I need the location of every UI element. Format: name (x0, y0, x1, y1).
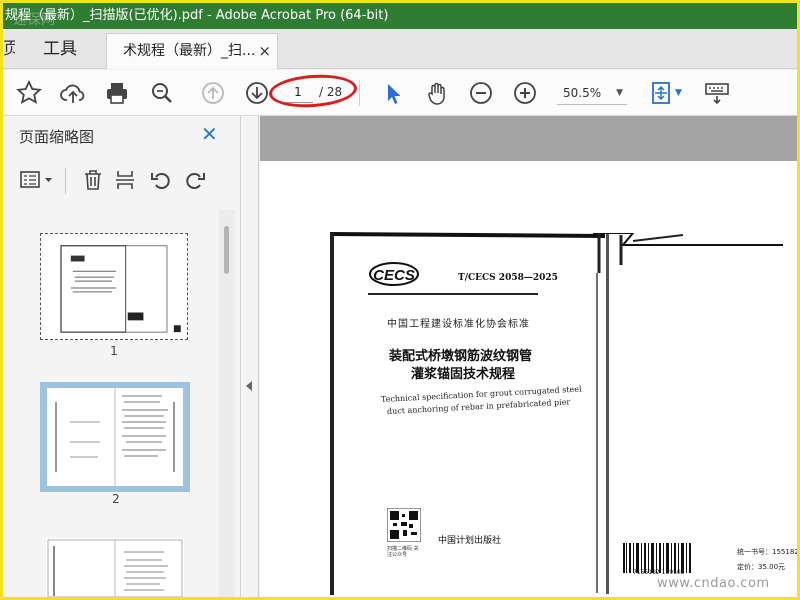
thumbnails-panel: 页面缩略图 ✕ 1 2 (3, 116, 241, 597)
star-icon[interactable] (15, 79, 43, 107)
arrow-up-circle-icon[interactable] (199, 79, 227, 107)
panel-title: 页面缩略图 (19, 128, 95, 146)
magnifier-icon[interactable] (148, 79, 176, 107)
tab-document[interactable]: 术规程（最新）_扫... × (106, 33, 278, 69)
thumbnail-page-number: 2 (112, 492, 120, 506)
toolbar: 1 / 28 50.5% ▼ ▼ (3, 70, 797, 116)
document-view[interactable] (260, 116, 797, 597)
chevron-down-icon: ▼ (616, 88, 623, 98)
tab-bar: 页 工具 术规程（最新）_扫... × (3, 29, 797, 69)
toolbar-divider (359, 80, 360, 106)
page-thumbnail-1[interactable] (40, 233, 188, 340)
thumbnail-scrollbar-thumb[interactable] (224, 226, 229, 274)
page-thumbnail-3[interactable] (46, 538, 184, 597)
close-tab-icon[interactable]: × (258, 34, 271, 68)
thumbnail-tools (3, 162, 241, 200)
extract-page-icon[interactable] (113, 168, 137, 192)
corner-watermark: 速保网 (13, 12, 55, 28)
zoom-level-select[interactable]: 50.5% ▼ (557, 81, 627, 105)
rotate-right-icon[interactable] (183, 168, 207, 192)
site-watermark: www.cndao.com (657, 576, 770, 591)
thumbnail-preview (60, 245, 181, 333)
thumbnail-preview (47, 388, 183, 486)
tab-home[interactable]: 页 (3, 29, 15, 68)
collapse-panel-icon[interactable] (246, 381, 252, 391)
fit-page-icon[interactable] (647, 79, 675, 107)
pdf-page (260, 161, 797, 597)
options-menu-icon[interactable] (19, 168, 55, 192)
tools-divider (65, 168, 66, 194)
hand-icon[interactable] (423, 79, 451, 107)
cursor-icon[interactable] (379, 79, 407, 107)
thumbnail-preview (47, 539, 183, 597)
keyboard-icon[interactable] (703, 79, 731, 107)
zoom-level-value: 50.5% (563, 86, 602, 100)
close-panel-icon[interactable]: ✕ (201, 122, 218, 146)
document-gray-margin (260, 116, 797, 161)
cloud-upload-icon[interactable] (59, 79, 87, 107)
panel-splitter[interactable] (241, 116, 259, 597)
tab-tools[interactable]: 工具 (25, 29, 95, 68)
acrobat-window: 规程（最新）_扫描版(已优化).pdf - Adobe Acrobat Pro … (3, 3, 797, 597)
thumbnail-page-number: 1 (110, 344, 118, 358)
tab-document-label: 术规程（最新）_扫... (123, 43, 256, 59)
printer-icon[interactable] (103, 79, 131, 107)
trash-icon[interactable] (81, 168, 105, 192)
window-title: 规程（最新）_扫描版(已优化).pdf - Adobe Acrobat Pro … (5, 8, 389, 23)
plus-circle-icon[interactable] (511, 79, 539, 107)
highlight-annotation (267, 71, 359, 111)
minus-circle-icon[interactable] (467, 79, 495, 107)
title-bar: 规程（最新）_扫描版(已优化).pdf - Adobe Acrobat Pro … (3, 3, 797, 29)
rotate-left-icon[interactable] (149, 168, 173, 192)
arrow-down-circle-icon[interactable] (243, 79, 271, 107)
page-thumbnail-2[interactable] (40, 382, 190, 492)
fit-dropdown-icon[interactable]: ▼ (675, 88, 682, 98)
